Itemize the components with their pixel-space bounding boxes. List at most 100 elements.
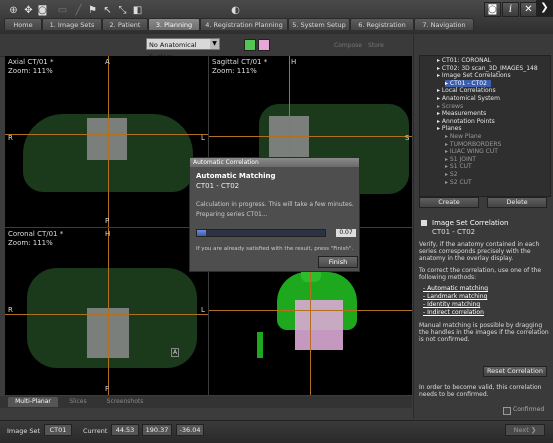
- tab-screenshots[interactable]: Screenshots: [100, 397, 150, 407]
- tab-multi-planar[interactable]: Multi-Planar: [8, 397, 58, 407]
- viewport-axial-label: Axial CT/01 * Zoom: 111%: [8, 58, 54, 76]
- orient-left: R: [8, 134, 13, 142]
- ruler-icon[interactable]: ╱: [72, 4, 85, 17]
- compose-button[interactable]: Compose: [334, 42, 362, 49]
- info-para4: In order to become valid, this correlati…: [419, 384, 542, 399]
- tree-item-label: S2: [449, 171, 458, 178]
- delete-button[interactable]: Delete: [487, 197, 547, 208]
- tree-item-label: Anatomical System: [441, 95, 500, 102]
- finish-button[interactable]: Finish: [318, 256, 358, 268]
- anatomical-system-select[interactable]: No Anatomical System▼: [146, 38, 220, 61]
- tree-item[interactable]: ▸ TUMORBORDERS: [445, 141, 501, 148]
- tree-item[interactable]: ▸ Annotation Points: [437, 118, 495, 125]
- screenshot-icon[interactable]: ◙: [484, 2, 501, 17]
- progress-bar: [196, 229, 326, 237]
- next-arrow-icon[interactable]: ❯: [536, 0, 553, 17]
- tab-patient[interactable]: 2. Patient: [102, 18, 148, 30]
- axial-title: Axial CT/01 *: [8, 58, 54, 66]
- tree-item[interactable]: ▸ Measurements: [437, 110, 486, 117]
- tree-item[interactable]: ▸ Local Correlations: [437, 87, 496, 94]
- confirmed-checkbox[interactable]: [503, 407, 511, 415]
- camera-icon[interactable]: ◙: [36, 4, 49, 17]
- tree-item[interactable]: ▸ CT01 - CT02: [445, 79, 491, 87]
- tree-item[interactable]: ▸ ILIAC WING CUT: [445, 148, 498, 155]
- tree-item[interactable]: ▸ CT02: 3D scan_3D_IMAGES_148: [437, 65, 538, 72]
- store-button[interactable]: Store: [368, 42, 384, 49]
- dialog-heading: Automatic Matching: [196, 172, 276, 180]
- create-button[interactable]: Create: [419, 197, 479, 208]
- tree-item[interactable]: ▸ CT01: CORONAL: [437, 57, 491, 64]
- pointer-icon[interactable]: ↖: [101, 4, 114, 17]
- crosshair-horizontal: [5, 314, 208, 315]
- info-icon[interactable]: i: [502, 2, 519, 17]
- chevron-down-icon: ▼: [210, 39, 219, 49]
- orient-right: L: [201, 306, 205, 314]
- zoom-icon[interactable]: ⊕: [7, 4, 20, 17]
- orient-top: A: [105, 58, 110, 66]
- identity-matching-link[interactable]: - Identity matching: [423, 301, 480, 308]
- tab-registration-planning[interactable]: 4. Registration Planning: [200, 18, 288, 30]
- tab-planning[interactable]: 3. Planning: [148, 18, 200, 30]
- dialog-preparing: Preparing series CT01...: [196, 211, 268, 218]
- draw-icon[interactable]: ⤡: [116, 4, 129, 17]
- reset-correlation-button[interactable]: Reset Correlation: [483, 366, 547, 377]
- flag-icon[interactable]: ⚑: [86, 4, 99, 17]
- tree-item[interactable]: ▸ S2: [445, 171, 458, 178]
- tree-item-label: CT01: CORONAL: [441, 57, 492, 64]
- tree-item-label: Annotation Points: [441, 117, 495, 125]
- tree-item[interactable]: ▸ New Plane: [445, 133, 481, 140]
- automatic-matching-link[interactable]: - Automatic matching: [423, 285, 488, 292]
- next-label: Next: [513, 426, 529, 434]
- tab-image-sets[interactable]: 1. Image Sets: [42, 18, 102, 30]
- dialog-pair: CT01 - CT02: [196, 182, 240, 190]
- color-swatch-pink[interactable]: [258, 39, 270, 51]
- windowing-icon[interactable]: ◧: [131, 4, 144, 17]
- info-pair: CT01 - CT02: [432, 228, 476, 236]
- tab-navigation[interactable]: 7. Navigation: [414, 18, 474, 30]
- implant-model: [257, 332, 263, 358]
- contrast-icon[interactable]: ◐: [229, 4, 242, 17]
- tab-home[interactable]: Home: [4, 18, 42, 30]
- sagittal-zoom: Zoom: 111%: [212, 67, 257, 75]
- overlay-volume: [295, 300, 343, 350]
- pan-icon[interactable]: ✥: [22, 4, 35, 17]
- progress-fill: [197, 230, 206, 236]
- coronal-title: Coronal CT/01 *: [8, 230, 64, 238]
- tree-item[interactable]: ▸ Anatomical System: [437, 95, 500, 102]
- orient-top: H: [291, 58, 297, 66]
- dialog-title: Automatic Correlation: [190, 158, 359, 167]
- landmark-matching-link[interactable]: - Landmark matching: [423, 293, 487, 300]
- image-set-value[interactable]: CT01: [44, 424, 72, 436]
- orient-bottom: F: [105, 385, 110, 393]
- orient-top: H: [105, 230, 111, 238]
- measure-icon[interactable]: ▭: [56, 4, 69, 17]
- tab-system-setup[interactable]: 5. System Setup: [288, 18, 350, 30]
- axial-zoom: Zoom: 111%: [8, 67, 53, 75]
- coord-z: -36.04: [176, 424, 204, 436]
- dialog-message: Calculation in progress. This will take …: [196, 201, 354, 208]
- tree-item-label: S1 CUT: [449, 163, 472, 171]
- tree-item[interactable]: ▸ Image Set Correlations: [437, 72, 511, 79]
- tree-item[interactable]: ▸ S1 JOINT: [445, 156, 476, 163]
- tree-item-label: Planes: [441, 125, 462, 133]
- viewport-axial[interactable]: Axial CT/01 * Zoom: 111% A R L P: [5, 56, 208, 227]
- tab-registration[interactable]: 6. Registration: [350, 18, 414, 30]
- tab-slices[interactable]: Slices: [62, 397, 94, 407]
- color-swatch-green[interactable]: [244, 39, 256, 51]
- tree-item[interactable]: ▸ Screws: [437, 103, 463, 110]
- crosshair-vertical: [108, 56, 109, 227]
- tree-item-label: CT01 - CT02: [449, 79, 487, 87]
- next-button[interactable]: Next ❯: [505, 424, 545, 436]
- tree-item[interactable]: ▸ Planes: [437, 125, 462, 132]
- tree-item[interactable]: ▸ S1 CUT: [445, 163, 472, 170]
- close-icon[interactable]: ✕: [520, 2, 537, 17]
- indirect-correlation-link[interactable]: - Indirect correlation: [423, 309, 484, 316]
- tree-item-label: Screws: [441, 102, 464, 110]
- current-label: Current: [83, 427, 108, 435]
- tree-item-label: New Plane: [449, 133, 482, 140]
- image-set-label: Image Set: [7, 427, 41, 435]
- info-heading: Image Set Correlation: [432, 219, 509, 227]
- tree-item[interactable]: ▸ S2 CUT: [445, 179, 472, 186]
- viewport-coronal[interactable]: Coronal CT/01 * Zoom: 111% H R L F A: [5, 228, 208, 395]
- crosshair-horizontal: [5, 134, 208, 135]
